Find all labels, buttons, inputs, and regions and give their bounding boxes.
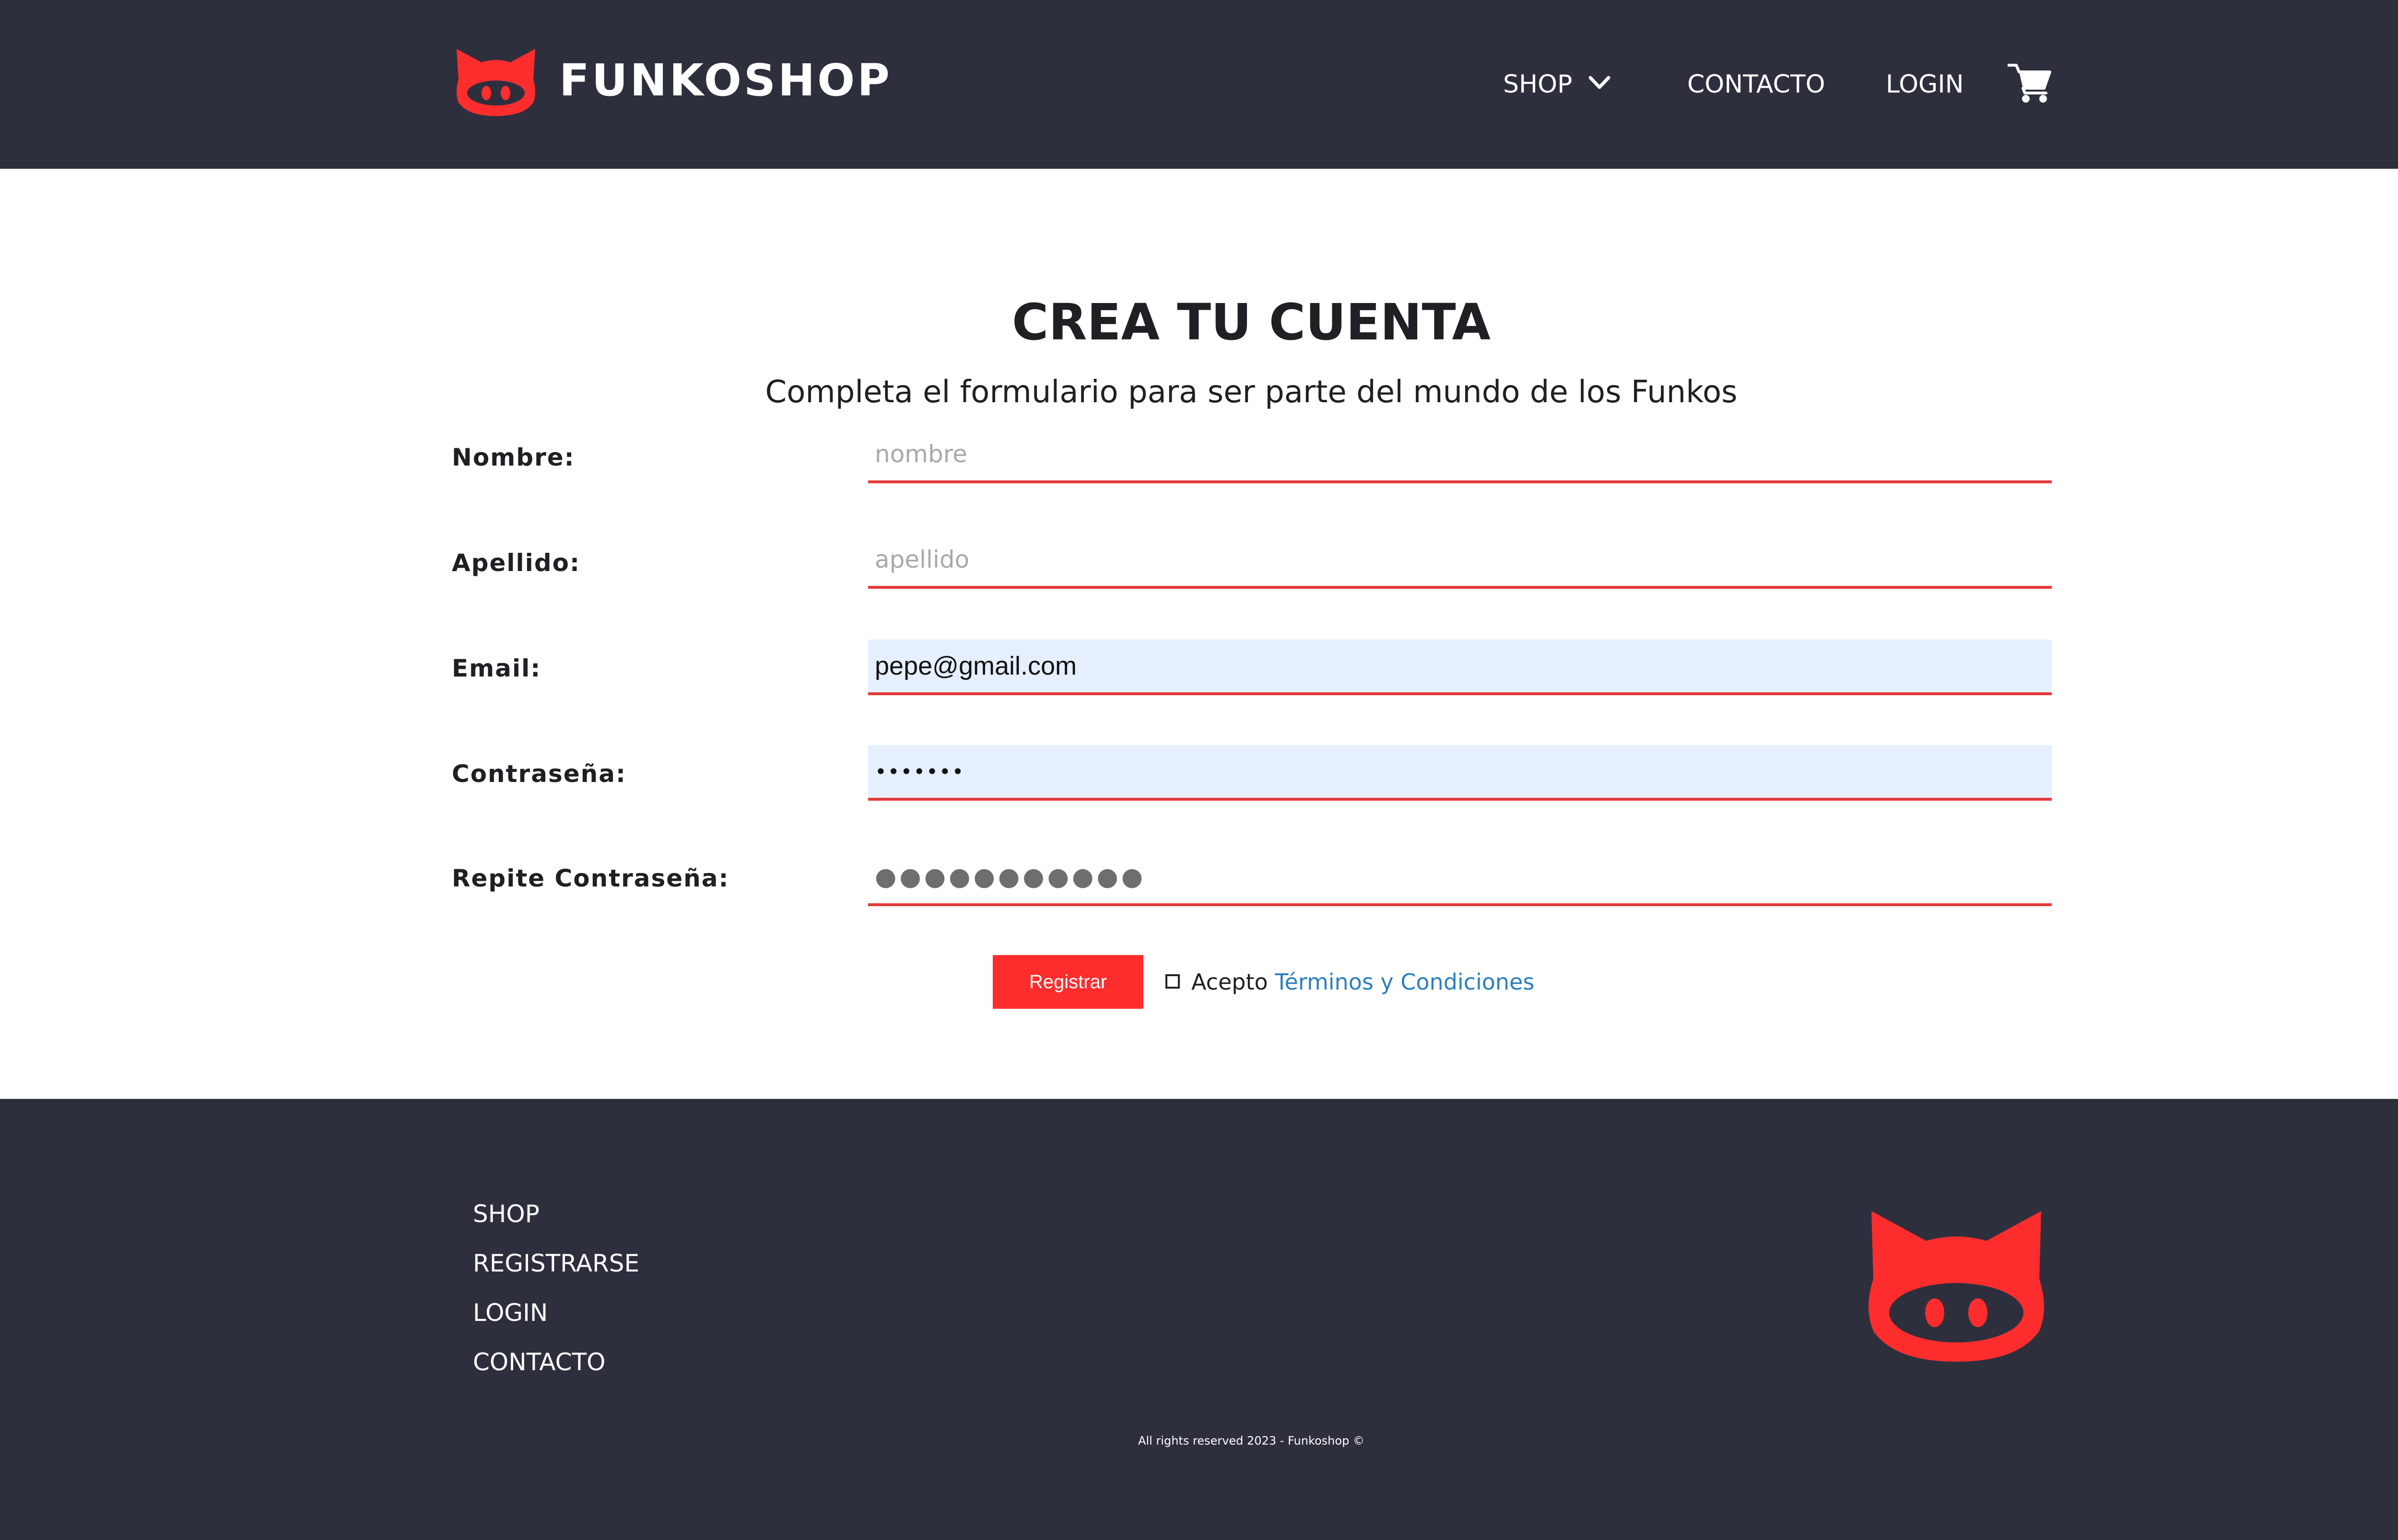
footer-link-login[interactable]: LOGIN bbox=[473, 1298, 548, 1327]
footer-link-contacto[interactable]: CONTACTO bbox=[473, 1348, 605, 1377]
brand-name[interactable]: FUNKOSHOP bbox=[559, 57, 892, 105]
terms-text: Acepto Términos y Condiciones bbox=[1191, 968, 1534, 995]
chevron-down-icon[interactable] bbox=[1587, 74, 1611, 91]
apellido-input[interactable] bbox=[868, 533, 2052, 589]
password-label: Contraseña: bbox=[452, 760, 626, 788]
email-input[interactable] bbox=[868, 640, 2052, 695]
shopping-cart-icon[interactable] bbox=[2008, 61, 2052, 104]
page-subtitle: Completa el formulario para ser parte de… bbox=[765, 374, 1738, 410]
site-header: FUNKOSHOP SHOP CONTACTO LOGIN bbox=[0, 0, 2398, 169]
funko-cat-logo-icon[interactable] bbox=[452, 46, 540, 118]
terms-checkbox[interactable] bbox=[1165, 974, 1180, 989]
page-title: CREA TU CUENTA bbox=[1012, 292, 1491, 351]
nombre-label: Nombre: bbox=[452, 443, 575, 471]
footer-link-shop[interactable]: SHOP bbox=[473, 1200, 540, 1228]
apellido-label: Apellido: bbox=[452, 549, 580, 577]
footer-link-registrarse[interactable]: REGISTRARSE bbox=[473, 1249, 639, 1278]
terms-link[interactable]: Términos y Condiciones bbox=[1275, 969, 1534, 995]
nombre-input[interactable] bbox=[868, 428, 2052, 483]
repeat-password-label: Repite Contraseña: bbox=[452, 864, 729, 892]
password-input[interactable] bbox=[868, 745, 2052, 801]
terms-prefix: Acepto bbox=[1191, 969, 1268, 995]
repeat-password-input[interactable] bbox=[868, 851, 2052, 906]
email-label: Email: bbox=[452, 654, 541, 682]
nav-login[interactable]: LOGIN bbox=[1886, 70, 1964, 99]
nav-contacto[interactable]: CONTACTO bbox=[1687, 70, 1825, 99]
copyright-text: All rights reserved 2023 - Funkoshop © bbox=[1138, 1434, 1364, 1447]
nav-shop[interactable]: SHOP bbox=[1503, 70, 1572, 99]
register-button[interactable]: Registrar bbox=[993, 955, 1143, 1009]
funko-cat-logo-icon bbox=[1869, 1211, 2044, 1362]
